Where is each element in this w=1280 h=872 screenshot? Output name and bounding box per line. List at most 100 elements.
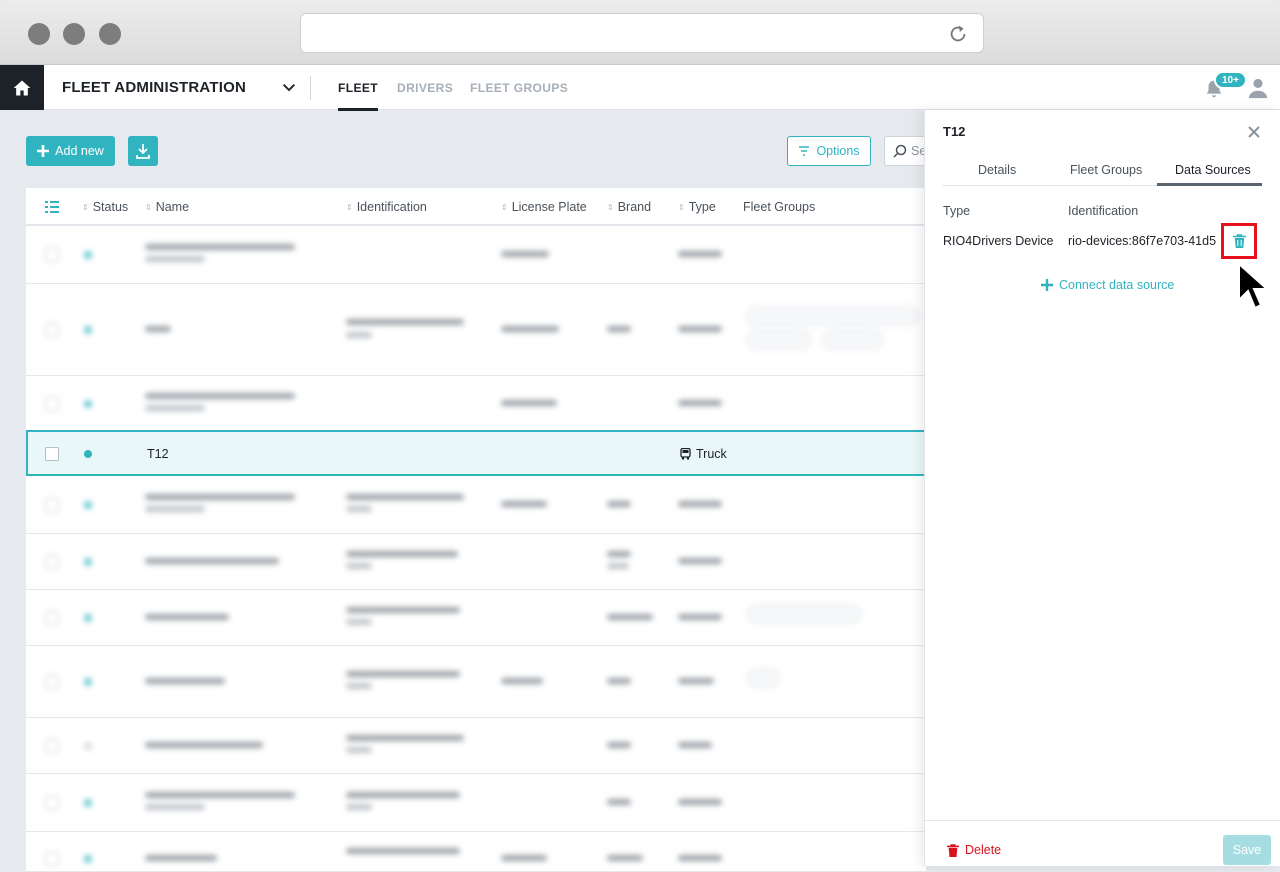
row-placeholder (346, 735, 464, 741)
notification-badge[interactable]: 10+ (1214, 71, 1247, 89)
tab-details[interactable]: Details (978, 163, 1016, 177)
table-row[interactable] (26, 226, 926, 284)
row-checkbox[interactable] (45, 852, 59, 866)
fleet-group-tag (746, 306, 920, 326)
row-placeholder (145, 244, 295, 250)
row-placeholder (501, 251, 549, 257)
tab-data-sources[interactable]: Data Sources (1175, 163, 1251, 177)
table-row[interactable] (26, 774, 926, 832)
table-row[interactable] (26, 590, 926, 646)
row-checkbox[interactable] (45, 397, 59, 411)
user-icon[interactable] (1247, 76, 1269, 100)
row-placeholder (346, 804, 372, 810)
header-type[interactable]: ⇕ Type (678, 200, 716, 214)
row-placeholder (501, 855, 547, 861)
connect-data-source-button[interactable]: Connect data source (1041, 278, 1174, 292)
row-placeholder (678, 251, 722, 257)
sort-icon: ⇕ (145, 202, 152, 212)
header-type-label: Type (688, 200, 716, 214)
table-row[interactable] (26, 832, 926, 872)
delete-label: Delete (965, 843, 1002, 857)
row-placeholder (145, 405, 205, 411)
row-checkbox[interactable] (45, 739, 59, 753)
row-placeholder (607, 501, 631, 507)
column-type: Type (943, 204, 971, 218)
row-checkbox[interactable] (45, 555, 59, 569)
chevron-down-icon[interactable] (280, 80, 298, 96)
column-identification: Identification (1068, 204, 1139, 218)
tab-fleet-groups[interactable]: Fleet Groups (1070, 163, 1142, 177)
table-row-selected[interactable]: T12 Truck (26, 430, 926, 476)
panel-tabs: Details Fleet Groups Data Sources (942, 156, 1262, 186)
window-close-dot[interactable] (28, 23, 50, 45)
row-placeholder (145, 506, 205, 512)
header-name[interactable]: ⇕ Name (145, 200, 189, 214)
row-checkbox[interactable] (45, 611, 59, 625)
nav-drivers[interactable]: DRIVERS (397, 81, 453, 95)
header-identification-label: Identification (356, 200, 427, 214)
status-dot (84, 558, 92, 566)
table-row[interactable] (26, 476, 926, 534)
status-dot (84, 614, 92, 622)
header-license-plate[interactable]: ⇕ License Plate (501, 200, 587, 214)
row-placeholder (607, 614, 653, 620)
table-row[interactable] (26, 376, 926, 432)
add-new-button[interactable]: Add new (26, 136, 115, 166)
row-placeholder (607, 678, 631, 684)
row-checkbox[interactable] (45, 796, 59, 810)
address-bar[interactable] (300, 13, 984, 53)
status-dot (84, 251, 92, 259)
connect-data-source-label: Connect data source (1059, 278, 1175, 292)
reload-icon[interactable] (947, 23, 969, 45)
window-minimize-dot[interactable] (63, 23, 85, 45)
row-checkbox[interactable] (45, 447, 59, 461)
remove-data-source-button[interactable] (1221, 223, 1257, 259)
row-placeholder (145, 614, 229, 620)
home-button[interactable] (0, 65, 44, 110)
row-placeholder (346, 671, 460, 677)
fleet-group-tag (822, 330, 884, 350)
delete-button[interactable]: Delete (947, 843, 1001, 857)
vehicle-detail-panel: T12 Details Fleet Groups Data Sources Ty… (924, 110, 1280, 866)
row-placeholder (678, 400, 722, 406)
app-title: FLEET ADMINISTRATION (62, 79, 246, 96)
row-placeholder (346, 506, 372, 512)
table-row[interactable] (26, 646, 926, 718)
table-row[interactable] (26, 718, 926, 774)
header-status-label: Status (92, 200, 129, 214)
column-settings-icon[interactable] (45, 200, 59, 214)
header-status[interactable]: ⇕ Status (82, 200, 128, 214)
nav-fleet[interactable]: FLEET (338, 81, 378, 111)
filter-icon (799, 146, 810, 156)
trash-icon (1232, 234, 1246, 248)
row-placeholder (501, 501, 547, 507)
row-placeholder (501, 400, 557, 406)
download-button[interactable] (128, 136, 158, 166)
vehicle-type: Truck (680, 447, 727, 461)
row-checkbox[interactable] (45, 323, 59, 337)
data-source-type: RIO4Drivers Device (943, 234, 1054, 248)
row-placeholder (346, 683, 372, 689)
header-identification[interactable]: ⇕ Identification (346, 200, 427, 214)
row-placeholder (607, 326, 631, 332)
plus-icon (1041, 279, 1053, 291)
browser-chrome (0, 0, 1280, 65)
row-checkbox[interactable] (45, 248, 59, 262)
close-icon[interactable] (1246, 124, 1262, 140)
row-placeholder (501, 326, 559, 332)
options-button[interactable]: Options (787, 136, 871, 166)
row-checkbox[interactable] (45, 498, 59, 512)
window-zoom-dot[interactable] (99, 23, 121, 45)
header-name-label: Name (155, 200, 190, 214)
table-row[interactable] (26, 534, 926, 590)
nav-fleet-groups[interactable]: FLEET GROUPS (470, 81, 568, 95)
row-checkbox[interactable] (45, 675, 59, 689)
row-placeholder (145, 494, 295, 500)
row-placeholder (678, 742, 712, 748)
status-dot (84, 450, 92, 458)
save-button[interactable]: Save (1223, 835, 1271, 865)
table-row[interactable] (26, 284, 926, 376)
header-brand[interactable]: ⇕ Brand (607, 200, 651, 214)
options-label: Options (816, 144, 860, 158)
sort-icon: ⇕ (607, 202, 614, 212)
